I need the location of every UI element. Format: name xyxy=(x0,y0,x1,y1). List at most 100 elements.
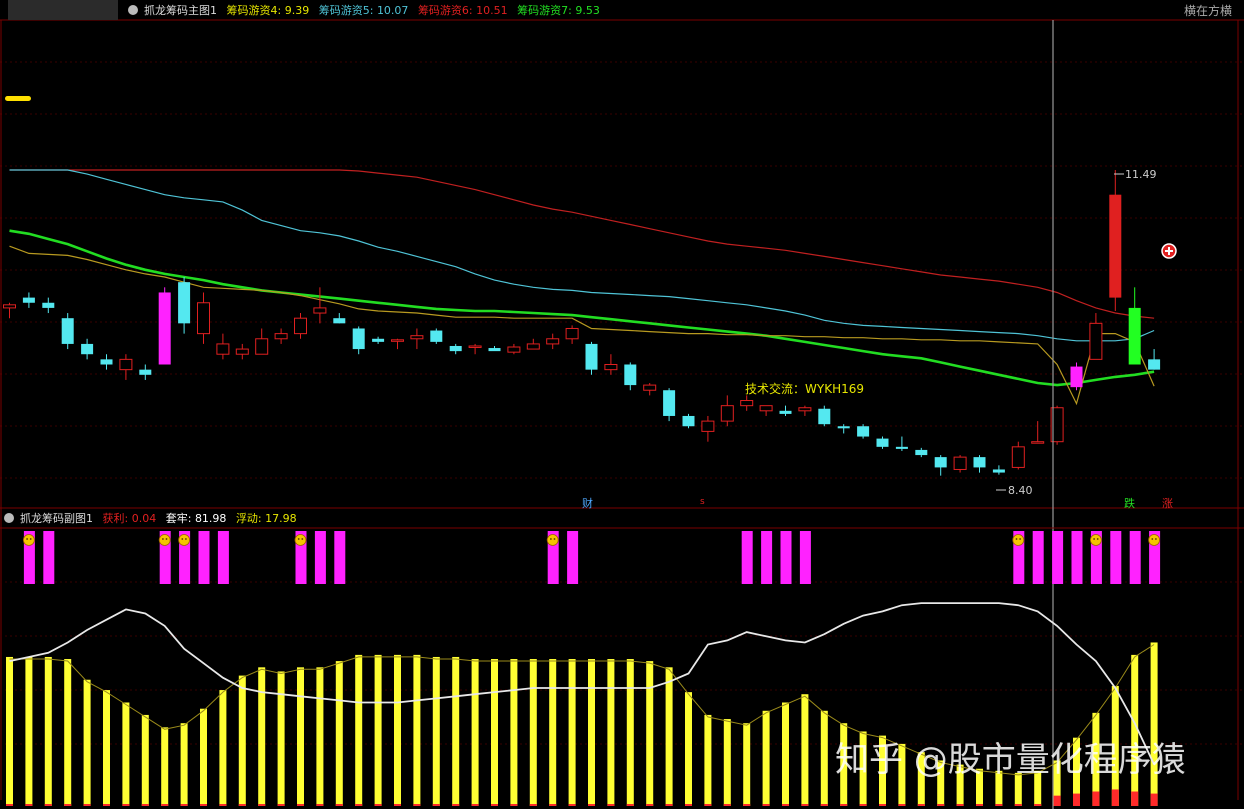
profit-bar-3 xyxy=(64,804,72,806)
trapped-bar-30 xyxy=(588,659,595,806)
trapped-bar-12 xyxy=(238,675,246,806)
trapped-indicator: 套牢: 81.98 xyxy=(166,512,227,525)
profit-bar-48 xyxy=(937,804,945,806)
trapped-bar-39 xyxy=(762,710,770,806)
marker-die: 跌 xyxy=(1124,497,1135,510)
candle-body-8 xyxy=(158,292,171,365)
profit-bar-4 xyxy=(83,804,91,806)
profit-bar-44 xyxy=(859,804,867,806)
candle-body-4 xyxy=(81,343,94,355)
candle-body-26 xyxy=(507,346,521,353)
signal-bar-10 xyxy=(567,531,579,584)
trapped-bar-33 xyxy=(646,661,654,806)
profit-bar-31 xyxy=(607,804,615,806)
signal-bar-11 xyxy=(741,531,753,584)
tech-note: 技术交流：WYKH169 xyxy=(745,382,864,396)
candle-body-30 xyxy=(585,343,598,370)
face-icon-4 xyxy=(546,534,559,546)
trapped-bar-0 xyxy=(6,656,13,806)
profit-bar-49 xyxy=(956,804,964,806)
sub-panel-title: 抓龙筹码副图1 xyxy=(20,512,93,525)
candle-body-51 xyxy=(992,469,1005,473)
face-eye-left-0 xyxy=(26,538,28,540)
profit-bar-47 xyxy=(917,804,925,806)
chart-canvas[interactable] xyxy=(0,0,1244,809)
face-icon-2 xyxy=(178,534,191,546)
profit-bar-6 xyxy=(122,804,130,806)
signal-bar-12 xyxy=(761,531,773,584)
candle-body-37 xyxy=(720,405,734,422)
profit-bar-16 xyxy=(316,804,324,806)
profit-bar-52 xyxy=(1014,804,1022,806)
candle-body-48 xyxy=(934,457,947,468)
sub-panel-menu-icon[interactable] xyxy=(4,513,14,523)
trapped-bar-25 xyxy=(491,659,498,806)
face-eye-right-1 xyxy=(165,538,168,540)
profit-bar-34 xyxy=(665,804,673,806)
trapped-bar-21 xyxy=(413,654,421,806)
candle-body-0 xyxy=(3,304,16,309)
profit-bar-43 xyxy=(840,804,848,806)
ma-start-marker xyxy=(5,96,31,101)
face-eye-left-6 xyxy=(1093,538,1095,540)
panel-menu-icon[interactable] xyxy=(128,5,138,15)
profit-bar-46 xyxy=(898,804,906,806)
profit-bar-22 xyxy=(432,804,440,806)
indicator-4: 筹码游资4: 9.39 xyxy=(227,4,310,17)
trapped-bar-9 xyxy=(180,723,188,806)
candle-body-16 xyxy=(313,307,327,314)
trapped-bar-10 xyxy=(200,708,207,806)
candle-body-40 xyxy=(779,410,792,414)
profit-bar-1 xyxy=(25,804,33,806)
marker-cai: 财 xyxy=(582,497,593,510)
signal-bar-16 xyxy=(1032,531,1044,584)
indicator-6: 筹码游资6: 10.51 xyxy=(418,4,508,17)
candle-body-34 xyxy=(663,390,676,416)
trapped-bar-4 xyxy=(83,679,91,806)
candle-body-36 xyxy=(701,420,715,432)
trapped-label: 套牢: xyxy=(165,512,192,525)
candle-body-12 xyxy=(235,348,249,355)
floating-value: 17.98 xyxy=(265,512,297,525)
trapped-bar-7 xyxy=(141,714,149,806)
candle-body-9 xyxy=(178,282,191,324)
candle-body-14 xyxy=(274,333,288,340)
trapped-value: 81.98 xyxy=(194,512,227,525)
profit-bar-38 xyxy=(743,804,751,806)
trapped-bar-22 xyxy=(432,656,440,806)
profit-bar-50 xyxy=(976,804,983,806)
candle-body-20 xyxy=(391,339,404,342)
main-panel-title: 抓龙筹码主图1 xyxy=(144,4,217,17)
candle-body-50 xyxy=(973,457,986,468)
candle-body-58 xyxy=(1128,307,1141,365)
candle-body-55 xyxy=(1070,366,1083,388)
indicator-5-label: 筹码游资5: xyxy=(318,4,374,17)
trapped-bar-38 xyxy=(743,723,751,806)
face-eye-left-1 xyxy=(162,538,164,540)
candle-body-35 xyxy=(682,415,695,427)
profit-bar-40 xyxy=(782,804,789,806)
profit-bar-39 xyxy=(762,804,770,806)
floating-label: 浮动: xyxy=(235,512,262,525)
profit-bar-27 xyxy=(529,804,537,806)
trapped-bar-16 xyxy=(316,667,324,806)
trapped-bar-2 xyxy=(44,656,52,806)
profit-bar-54 xyxy=(1053,795,1061,806)
face-eye-left-2 xyxy=(181,538,184,540)
face-eye-left-7 xyxy=(1151,538,1154,540)
signal-bar-20 xyxy=(1110,531,1122,584)
candle-body-41 xyxy=(798,407,812,412)
candle-body-3 xyxy=(61,318,74,344)
high-price-label: 11.49 xyxy=(1125,168,1157,181)
signal-bar-5 xyxy=(217,531,229,584)
trapped-bar-11 xyxy=(219,690,227,806)
candle-body-49 xyxy=(953,456,967,470)
face-eye-right-5 xyxy=(1019,538,1021,540)
face-eye-right-6 xyxy=(1096,538,1099,540)
trapped-bar-14 xyxy=(277,671,285,806)
candle-body-19 xyxy=(372,338,385,342)
profit-bar-0 xyxy=(6,804,13,806)
face-eye-left-4 xyxy=(550,538,552,540)
face-icon-6 xyxy=(1090,534,1102,546)
face-icon-1 xyxy=(158,534,171,546)
